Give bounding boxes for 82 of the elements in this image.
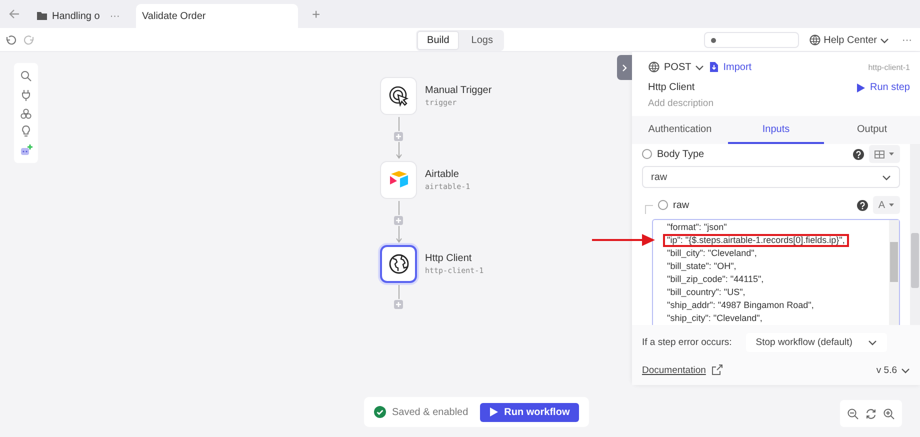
globe-icon	[808, 34, 821, 46]
run-workflow-button[interactable]: Run workflow	[480, 402, 579, 422]
step-title: Manual Trigger	[425, 85, 492, 96]
code-line: "bill_country": "US",	[666, 286, 746, 299]
caret-icon	[888, 151, 895, 157]
chevron-down-icon	[882, 174, 891, 180]
code-line: "format": "json"	[666, 221, 728, 234]
chevron-down-icon	[901, 366, 910, 374]
chevron-right-icon	[621, 64, 628, 72]
radio-button[interactable]	[658, 200, 668, 210]
code-line: "ship_addr": "4987 Bingamon Road",	[666, 299, 815, 312]
code-line: "bill_city": "Cleveland",	[666, 247, 758, 260]
play-icon	[489, 407, 500, 417]
more-icon[interactable]: ···	[110, 10, 120, 22]
save-status: Saved & enabled	[392, 406, 468, 418]
step-title: Http Client	[648, 82, 695, 93]
annotation-arrow	[592, 233, 656, 247]
plus-icon	[394, 216, 403, 225]
scrollbar[interactable]	[910, 144, 920, 325]
caret-icon	[888, 202, 895, 208]
undo-icon[interactable]	[4, 34, 16, 46]
folder-tab[interactable]: Handling o ···	[30, 4, 128, 28]
tab[interactable]: Validate Order	[136, 4, 298, 28]
check-circle-icon	[374, 406, 386, 418]
help-icon[interactable]	[853, 148, 864, 160]
panel-tab[interactable]: Inputs	[728, 116, 824, 144]
code-line: "bill_zip_code": "44115",	[666, 273, 765, 286]
external-link-icon	[710, 364, 723, 376]
tab-label: Validate Order	[142, 10, 206, 22]
step-title: Http Client	[425, 253, 473, 264]
run-step-button[interactable]: Run step	[856, 82, 910, 93]
globe-icon	[648, 61, 660, 73]
zoom-out-icon[interactable]	[847, 408, 859, 420]
panel-tab[interactable]: Output	[824, 116, 920, 144]
import-button[interactable]: Import	[708, 61, 752, 73]
connector-arrow	[394, 226, 402, 243]
connector-arrow	[394, 142, 402, 159]
documentation-link[interactable]: Documentation	[642, 364, 706, 376]
file-import-icon	[708, 61, 720, 73]
format-dropdown[interactable]: A	[873, 196, 900, 214]
code-line: "ship_city": "Cleveland",	[666, 312, 764, 325]
plus-icon	[394, 300, 403, 309]
panel-tab[interactable]: Authentication	[632, 116, 728, 144]
chevron-down-icon	[880, 36, 889, 44]
help-center-button[interactable]: Help Center	[808, 34, 889, 46]
method-selector[interactable]: POST	[664, 62, 704, 72]
folder-icon	[36, 10, 48, 22]
collapse-handle-button[interactable]	[617, 55, 632, 80]
radio-button[interactable]	[642, 149, 652, 159]
zoom-in-icon[interactable]	[883, 408, 895, 420]
plus-icon	[394, 132, 403, 141]
field-label: raw	[673, 200, 690, 210]
chevron-down-icon	[695, 64, 704, 70]
lightbulb-icon[interactable]	[20, 125, 32, 138]
step-node[interactable]	[380, 245, 417, 283]
tab-label: Handling o	[52, 10, 100, 22]
globe-icon	[388, 253, 410, 275]
circles-icon[interactable]	[20, 108, 32, 119]
view-tab[interactable]: Logs	[461, 30, 503, 50]
help-icon[interactable]	[857, 200, 868, 210]
step-id: http-client-1	[868, 62, 910, 72]
error-action-select[interactable]: Stop workflow (default)	[746, 333, 888, 352]
search-icon[interactable]	[20, 70, 32, 82]
robot-add-icon[interactable]	[20, 144, 32, 156]
refresh-icon[interactable]	[865, 408, 877, 420]
error-label: If a step error occurs:	[642, 337, 732, 348]
code-line: "bill_state": "OH",	[666, 260, 738, 273]
table-icon	[874, 148, 885, 160]
scrollbar[interactable]	[889, 220, 899, 325]
format-dropdown[interactable]	[869, 145, 900, 163]
cursor-click-icon	[388, 85, 410, 107]
back-arrow-icon[interactable]	[8, 8, 20, 20]
status-dot-icon	[710, 38, 716, 42]
view-tab[interactable]: Build	[417, 30, 460, 50]
field-label: Body Type	[657, 148, 704, 160]
play-icon	[856, 82, 866, 92]
plug-icon[interactable]	[20, 88, 32, 102]
body-type-select[interactable]: raw	[642, 166, 900, 188]
more-icon[interactable]: ···	[902, 34, 912, 46]
version-selector[interactable]: v 5.6	[876, 364, 910, 376]
step-title: Airtable	[425, 169, 460, 180]
chevron-down-icon	[868, 339, 878, 346]
